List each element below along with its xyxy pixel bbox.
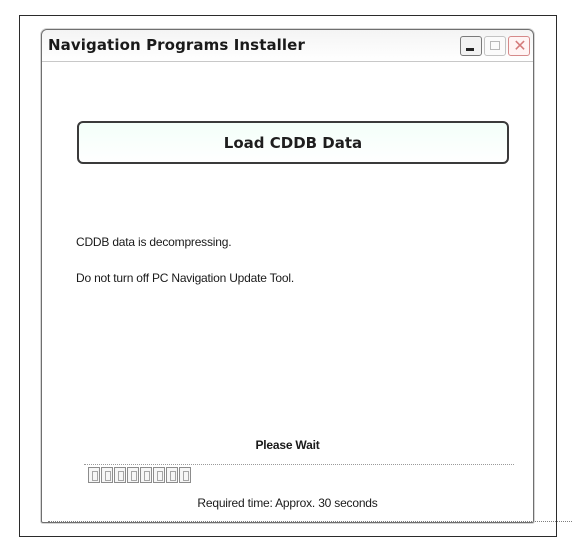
progress-segment [127,467,139,483]
maximize-icon [490,41,500,50]
progress-segment [179,467,191,483]
progress-segment [101,467,113,483]
window-title: Navigation Programs Installer [48,36,305,54]
minimize-icon [466,48,474,51]
bottom-border [48,521,572,522]
installer-window: Navigation Programs Installer ✕ Load CDD… [41,29,572,523]
load-cddb-data-button[interactable]: Load CDDB Data [77,121,509,164]
progress-track-line [84,464,514,465]
close-button[interactable]: ✕ [508,36,530,56]
required-time-text: Required time: Approx. 30 seconds [197,496,378,510]
status-message-do-not-turn-off: Do not turn off PC Navigation Update Too… [76,271,294,285]
status-message-decompressing: CDDB data is decompressing. [76,235,232,249]
progress-segment [88,467,100,483]
please-wait-text: Please Wait [255,438,320,452]
maximize-button[interactable] [484,36,506,56]
minimize-button[interactable] [460,36,482,56]
progress-segment [166,467,178,483]
progress-segment [114,467,126,483]
title-bar[interactable]: Navigation Programs Installer ✕ [42,30,533,62]
progress-segment [140,467,152,483]
screenshot-frame: Navigation Programs Installer ✕ Load CDD… [19,15,572,537]
progress-indicator [88,467,191,483]
close-icon: ✕ [513,36,527,55]
progress-segment [153,467,165,483]
